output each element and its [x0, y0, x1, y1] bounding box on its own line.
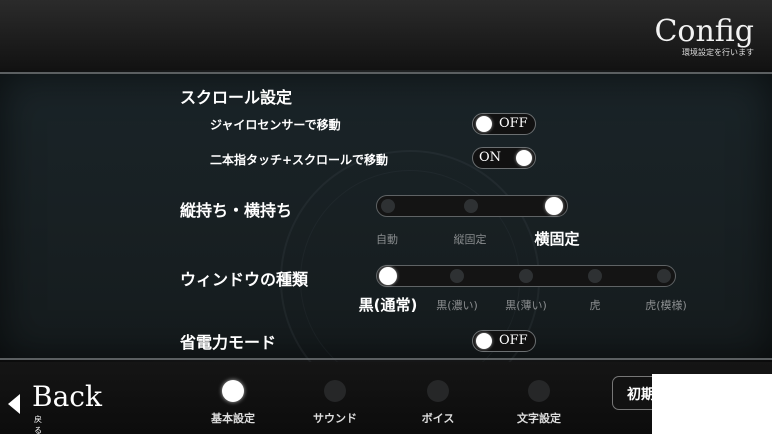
- orientation-option-auto[interactable]: 自動: [357, 231, 417, 247]
- tab-indicator-icon: [427, 380, 449, 402]
- orientation-slot-0[interactable]: [381, 199, 395, 213]
- back-sublabel: 戻る: [34, 415, 42, 434]
- tab-sound[interactable]: サウンド: [295, 380, 375, 426]
- orientation-label: 縦持ち・横持ち: [180, 201, 293, 220]
- orientation-option-landscape[interactable]: 横固定: [522, 228, 592, 249]
- window-type-option-3[interactable]: 虎: [575, 297, 615, 313]
- tab-indicator-icon: [222, 380, 244, 402]
- tab-basic-settings[interactable]: 基本設定: [193, 380, 273, 426]
- orientation-slot-1[interactable]: [464, 199, 478, 213]
- back-arrow-icon: [8, 394, 20, 414]
- window-type-slot-0[interactable]: [379, 267, 397, 285]
- two-finger-label: 二本指タッチ+スクロールで移動: [210, 153, 389, 167]
- power-save-toggle[interactable]: OFF: [472, 330, 536, 352]
- back-label: Back: [32, 380, 102, 413]
- window-type-option-4[interactable]: 虎(模様): [634, 297, 698, 313]
- tab-label: 文字設定: [517, 412, 561, 425]
- gyro-label: ジャイロセンサーで移動: [210, 118, 341, 132]
- tab-label: 基本設定: [211, 412, 255, 425]
- window-type-slot-2[interactable]: [519, 269, 533, 283]
- scroll-settings-heading: スクロール設定: [180, 88, 293, 107]
- tab-label: サウンド: [313, 412, 357, 425]
- tab-indicator-icon: [324, 380, 346, 402]
- window-type-option-2[interactable]: 黒(薄い): [496, 297, 556, 313]
- two-finger-toggle-state: ON: [479, 150, 502, 165]
- header: Config 環境設定を行います: [654, 14, 754, 58]
- tab-voice[interactable]: ボイス: [398, 380, 478, 426]
- window-type-option-0[interactable]: 黒(通常): [350, 294, 426, 315]
- tab-indicator-icon: [528, 380, 550, 402]
- gyro-toggle-state: OFF: [499, 116, 528, 131]
- orientation-option-portrait[interactable]: 縦固定: [440, 231, 500, 247]
- window-type-slot-3[interactable]: [588, 269, 602, 283]
- toggle-knob: [476, 116, 492, 132]
- toggle-knob: [476, 333, 492, 349]
- power-save-label: 省電力モード: [180, 333, 277, 352]
- orientation-slot-2[interactable]: [545, 197, 563, 215]
- window-type-slot-4[interactable]: [657, 269, 671, 283]
- window-type-label: ウィンドウの種類: [180, 270, 309, 289]
- orientation-slider[interactable]: [376, 195, 568, 217]
- page-title: Config: [654, 14, 754, 49]
- gyro-toggle[interactable]: OFF: [472, 113, 536, 135]
- window-type-slot-1[interactable]: [450, 269, 464, 283]
- tab-text-settings[interactable]: 文字設定: [499, 380, 579, 426]
- two-finger-toggle[interactable]: ON: [472, 147, 536, 169]
- power-save-toggle-state: OFF: [499, 333, 528, 348]
- overlay-white-block: [652, 374, 772, 434]
- window-type-option-1[interactable]: 黒(濃い): [427, 297, 487, 313]
- window-type-slider[interactable]: [376, 265, 676, 287]
- tab-label: ボイス: [421, 412, 455, 425]
- toggle-knob: [516, 150, 532, 166]
